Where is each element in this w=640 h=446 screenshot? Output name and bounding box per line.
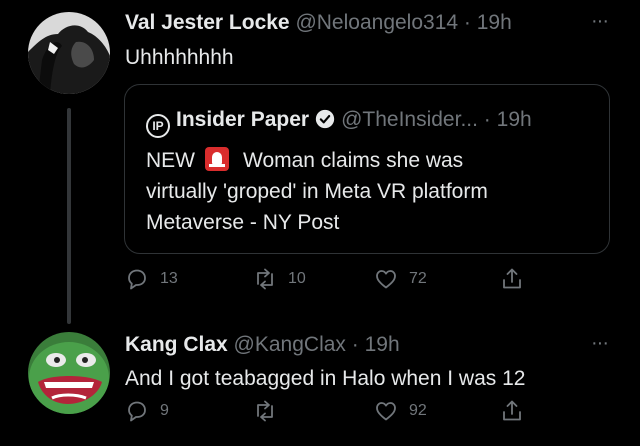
avatar[interactable] <box>28 12 110 94</box>
quoted-text-prefix: NEW <box>146 149 195 172</box>
quoted-tweet[interactable]: IP Insider Paper @TheInsider... · 19h NEW… <box>124 84 610 254</box>
quoted-timestamp: 19h <box>496 108 532 131</box>
share-icon <box>503 400 521 421</box>
retweet-icon <box>257 400 273 422</box>
quoted-user-handle: @TheInsider... <box>341 108 478 131</box>
like-button[interactable]: 72 <box>374 267 427 291</box>
like-count: 92 <box>409 402 427 419</box>
quoted-tweet-text: NEW Woman claims she was virtually 'grope… <box>146 145 488 238</box>
share-button[interactable] <box>500 267 524 291</box>
reply-button[interactable]: 13 <box>125 267 178 291</box>
tweet-actions: 13 10 72 <box>0 267 640 297</box>
heart-icon <box>376 402 396 421</box>
tweet-text: Uhhhhhhhh <box>125 46 234 69</box>
reply-count: 13 <box>160 270 178 287</box>
quoted-text-line: NEW Woman claims she was <box>146 145 488 176</box>
like-count: 72 <box>409 270 427 287</box>
heart-icon <box>376 270 396 289</box>
share-icon <box>503 268 521 289</box>
tweet[interactable]: Kang Clax @KangClax · 19h ··· And I got … <box>0 312 640 446</box>
tweet-header: Kang Clax @KangClax · 19h <box>125 332 400 358</box>
retweet-button[interactable] <box>253 399 288 423</box>
timestamp[interactable]: 19h <box>477 11 512 34</box>
user-handle[interactable]: @KangClax <box>234 333 346 356</box>
more-options-icon[interactable]: ··· <box>591 332 609 355</box>
separator: · <box>351 333 359 356</box>
quoted-tweet-header: IP Insider Paper @TheInsider... · 19h <box>146 107 532 138</box>
share-button[interactable] <box>500 399 524 423</box>
reply-icon <box>128 401 146 422</box>
verified-badge-icon <box>315 109 335 129</box>
tweet-text: And I got teabagged in Halo when I was 1… <box>125 367 526 390</box>
separator: · <box>463 11 471 34</box>
reply-icon <box>128 269 146 290</box>
timestamp[interactable]: 19h <box>365 333 400 356</box>
more-options-icon[interactable]: ··· <box>591 10 609 33</box>
display-name[interactable]: Kang Clax <box>125 333 228 356</box>
user-handle[interactable]: @Neloangelo314 <box>295 11 458 34</box>
reply-button[interactable]: 9 <box>125 399 169 423</box>
tweet-header: Val Jester Locke @Neloangelo314 · 19h <box>125 10 512 36</box>
quoted-text-line: virtually 'groped' in Meta VR platform <box>146 180 488 203</box>
display-name[interactable]: Val Jester Locke <box>125 11 290 34</box>
police-siren-emoji <box>205 147 229 171</box>
retweet-button[interactable]: 10 <box>253 267 306 291</box>
separator: · <box>483 108 491 131</box>
quoted-text-line: Metaverse - NY Post <box>146 211 340 234</box>
reply-count: 9 <box>160 402 169 419</box>
retweet-count: 10 <box>288 270 306 287</box>
avatar-image <box>28 12 110 94</box>
quoted-display-name: Insider Paper <box>176 108 310 131</box>
retweet-icon <box>257 268 273 290</box>
quoted-avatar: IP <box>146 114 170 138</box>
tweet-actions: 9 92 <box>0 399 640 429</box>
quoted-text-suffix: Woman claims she was <box>243 149 464 172</box>
like-button[interactable]: 92 <box>374 399 427 423</box>
tweet[interactable]: Val Jester Locke @Neloangelo314 · 19h ··… <box>0 0 640 324</box>
